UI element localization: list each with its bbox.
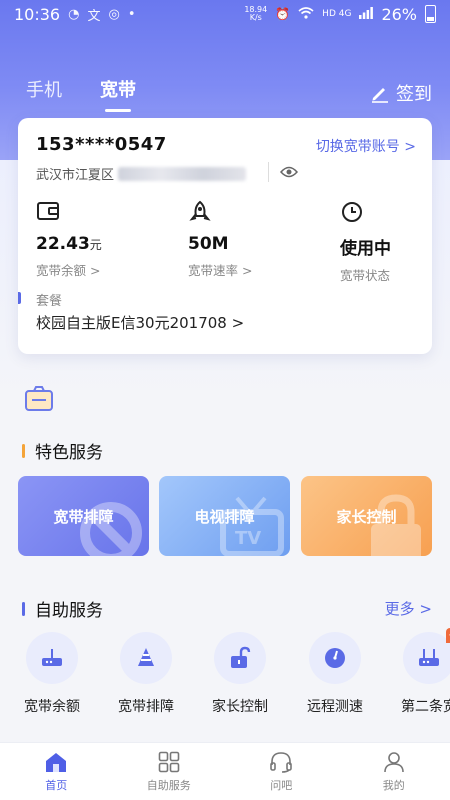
featured-title-text: 特色服务	[35, 443, 103, 463]
status-bar: 10:36 ◔ 文 ◎ • 18.94 K/s ⏰ HD 4G 26%	[0, 0, 450, 28]
tile-tv-repair[interactable]: TV 电视排障	[159, 476, 290, 556]
sync-icon: ◎	[108, 6, 120, 22]
metric-speed[interactable]: 50M 宽带速率 >	[188, 200, 308, 279]
net-speed: 18.94 K/s	[244, 6, 267, 22]
battery-percent: 26%	[381, 4, 417, 24]
account-address: 武汉市江夏区	[36, 164, 247, 183]
signal-icon	[359, 6, 374, 22]
nav-self-service[interactable]: 自助服务	[113, 743, 226, 800]
service-balance-label: 宽带余额	[24, 699, 80, 715]
speed-value: 50M	[188, 234, 229, 254]
nav-mine[interactable]: 我的	[338, 743, 450, 800]
sign-in-button[interactable]: 签到	[370, 80, 432, 106]
speedometer-icon	[325, 648, 345, 668]
bottom-nav: 首页 自助服务 问吧 我的	[0, 742, 450, 800]
self-service-title: 自助服务	[22, 596, 103, 621]
badge-hot: 优	[445, 628, 450, 643]
tile-parental-control-label: 家长控制	[336, 507, 397, 526]
balance-value: 22.43	[36, 234, 90, 254]
tab-broadband[interactable]: 宽带	[100, 76, 136, 110]
repair-icon	[138, 648, 154, 666]
translate-icon: 文	[87, 8, 101, 24]
network-type: HD 4G	[322, 9, 352, 19]
service-second-broadband-label: 第二条宽	[401, 699, 450, 715]
tab-phone[interactable]: 手机	[26, 76, 62, 110]
service-parental-label: 家长控制	[212, 699, 268, 715]
service-parental[interactable]: 家长控制	[195, 632, 285, 716]
tile-parental-control[interactable]: 家长控制	[301, 476, 432, 556]
nav-home[interactable]: 首页	[0, 743, 113, 800]
metric-status[interactable]: 使用中 宽带状态	[340, 200, 450, 284]
service-balance[interactable]: 宽带余额	[7, 632, 97, 716]
service-speedtest[interactable]: 远程测速	[290, 632, 380, 716]
status-value: 使用中	[340, 239, 391, 259]
clock-icon	[340, 200, 450, 224]
wifi-icon	[298, 6, 314, 22]
self-service-title-text: 自助服务	[35, 601, 103, 621]
card-icon[interactable]	[24, 386, 54, 416]
address-text: 武汉市江夏区	[36, 168, 115, 183]
service-repair[interactable]: 宽带排障	[101, 632, 191, 716]
package-name[interactable]: 校园自主版E信30元201708 >	[36, 312, 244, 333]
more-link[interactable]: 更多 >	[385, 598, 432, 619]
featured-title: 特色服务	[22, 438, 103, 463]
battery-icon	[425, 5, 436, 23]
service-icon-bg	[120, 632, 172, 684]
nav-ask[interactable]: 问吧	[225, 743, 338, 800]
router-icon	[42, 649, 62, 666]
balance-unit: 元	[89, 238, 102, 252]
top-tabs: 手机 宽带	[26, 76, 136, 110]
wallet-icon	[36, 200, 156, 224]
nav-home-label: 首页	[45, 778, 68, 792]
home-icon	[46, 752, 67, 772]
account-number: 153****0547	[36, 134, 167, 155]
balance-label: 宽带余额 >	[36, 263, 101, 278]
nav-mine-label: 我的	[382, 778, 405, 792]
nav-self-service-label: 自助服务	[146, 778, 191, 792]
address-redacted	[118, 166, 247, 181]
nav-ask-label: 问吧	[270, 778, 293, 792]
status-label: 宽带状态	[340, 268, 391, 283]
tile-broadband-repair-label: 宽带排障	[53, 507, 114, 526]
rocket-icon	[188, 200, 308, 224]
user-icon	[383, 751, 404, 772]
metric-balance[interactable]: 22.43元 宽带余额 >	[36, 200, 156, 279]
divider	[268, 162, 269, 182]
headset-icon	[270, 751, 293, 773]
service-repair-label: 宽带排障	[118, 699, 174, 715]
service-icon-bg	[309, 632, 361, 684]
eye-icon[interactable]	[279, 164, 299, 183]
grid-icon	[158, 751, 180, 772]
service-speedtest-label: 远程测速	[307, 699, 363, 715]
service-icon-bg	[214, 632, 266, 684]
section-marker	[22, 601, 25, 616]
status-time: 10:36	[14, 4, 61, 24]
qq-icon: ◔	[68, 6, 80, 22]
tile-broadband-repair[interactable]: 宽带排障	[18, 476, 149, 556]
lock-icon	[231, 646, 251, 668]
router-icon	[419, 649, 439, 666]
sign-in-label: 签到	[396, 84, 432, 105]
account-card: 153****0547 切换宽带账号 > 武汉市江夏区 22.43元 宽带余额 …	[18, 118, 432, 354]
service-icon-bg: 优	[403, 628, 450, 684]
net-speed-unit: K/s	[249, 13, 262, 22]
tile-tv-repair-label: 电视排障	[194, 507, 255, 526]
speed-label: 宽带速率 >	[188, 263, 253, 278]
svg-text:TV: TV	[235, 528, 261, 549]
service-second-broadband[interactable]: 优 第二条宽	[384, 628, 450, 716]
pen-icon	[372, 88, 388, 103]
package-title: 套餐	[36, 294, 63, 309]
switch-account-link[interactable]: 切换宽带账号 >	[316, 136, 416, 156]
package-marker	[18, 292, 21, 304]
dot-icon: •	[127, 6, 136, 22]
alarm-icon: ⏰	[275, 7, 291, 21]
service-icon-bg	[26, 632, 78, 684]
section-marker	[22, 443, 25, 458]
